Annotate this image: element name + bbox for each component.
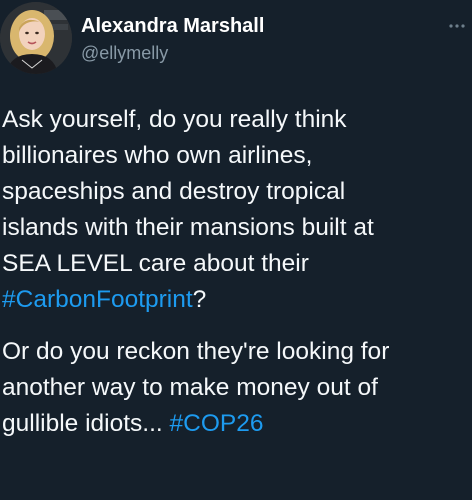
author-handle[interactable]: @ellymelly	[81, 43, 168, 64]
tweet-line: islands with their mansions built at	[2, 214, 374, 241]
profile-photo-icon	[0, 2, 72, 74]
tweet-text: Ask yourself, do you really think billio…	[2, 102, 472, 442]
tweet-card: Alexandra Marshall @ellymelly Ask yourse…	[0, 0, 472, 500]
hashtag-carbonfootprint-link[interactable]: #CarbonFootprint	[2, 286, 193, 313]
tweet-line: billionaires who own airlines,	[2, 142, 313, 169]
tweet-line: gullible idiots... #COP26	[2, 406, 472, 442]
tweet-line: spaceships and destroy tropical	[2, 178, 346, 205]
tweet-line: Ask yourself, do you really think	[2, 106, 347, 133]
tweet-line: #CarbonFootprint?	[2, 282, 472, 318]
tweet-paragraph-2: Or do you reckon they're looking for ano…	[2, 334, 472, 442]
author-name[interactable]: Alexandra Marshall	[81, 15, 264, 38]
tweet-line: another way to make money out of	[2, 374, 378, 401]
hashtag-cop26-link[interactable]: #COP26	[170, 410, 264, 437]
question-mark: ?	[192, 286, 207, 313]
tweet-line-text: gullible idiots...	[2, 410, 170, 437]
more-options-icon[interactable]	[446, 20, 470, 32]
author-avatar[interactable]	[0, 2, 72, 74]
tweet-paragraph-1: Ask yourself, do you really think billio…	[2, 102, 472, 318]
tweet-line: SEA LEVEL care about their	[2, 250, 309, 277]
tweet-line: Or do you reckon they're looking for	[2, 338, 390, 365]
